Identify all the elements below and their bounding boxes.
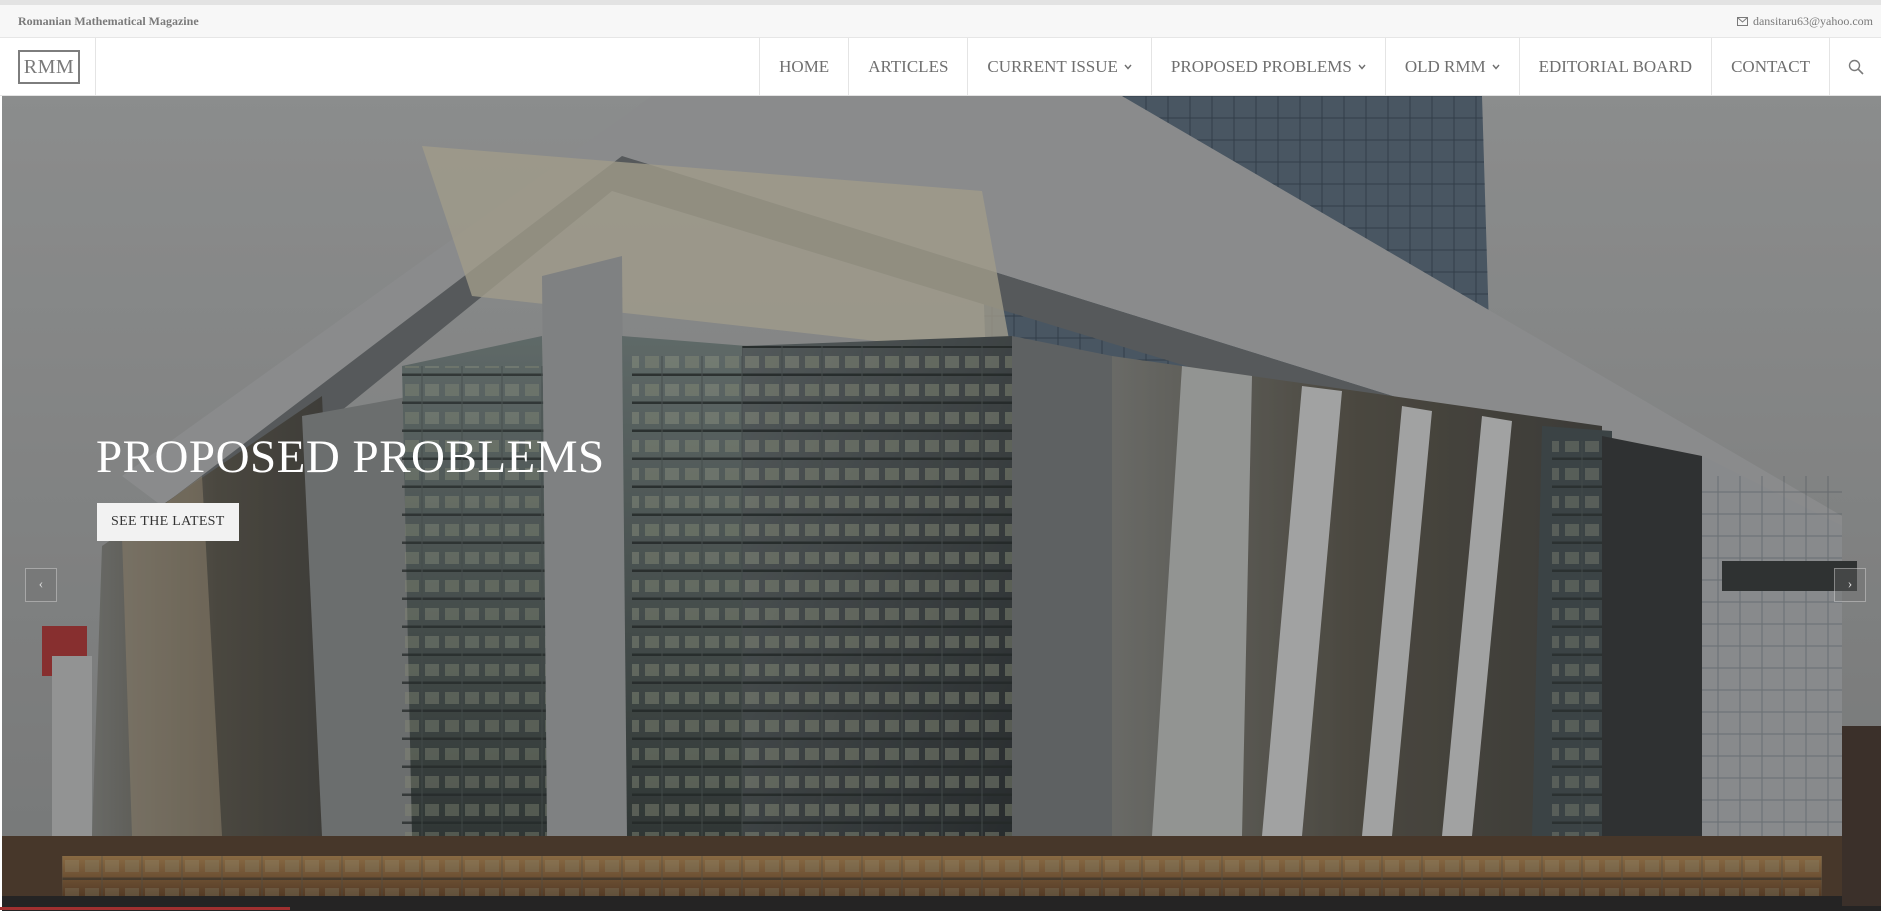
nav-label: CURRENT ISSUE [987,56,1118,76]
chevron-right-icon: › [1847,577,1853,592]
hero-title: PROPOSED PROBLEMS [96,431,605,483]
site-logo[interactable]: RMM [18,50,80,84]
nav-item-home[interactable]: HOME [759,38,848,95]
search-icon [1848,59,1864,75]
nav-label: HOME [779,56,830,76]
search-button[interactable] [1829,38,1881,95]
chevron-down-icon [1124,64,1132,70]
email-address[interactable]: dansitaru63@yahoo.com [1753,14,1873,29]
hero-slider: ‹ › [2,96,1881,911]
logo-cell: RMM [0,38,96,95]
nav-item-articles[interactable]: ARTICLES [848,38,967,95]
chevron-left-icon: ‹ [38,577,44,592]
slider-prev-button[interactable]: ‹ [25,568,57,602]
nav-label: PROPOSED PROBLEMS [1170,56,1352,76]
nav-item-current-issue[interactable]: CURRENT ISSUE [967,38,1151,95]
chevron-down-icon [1492,64,1500,70]
main-header: RMM HOME ARTICLES CURRENT ISSUE PROPOSED… [0,38,1881,96]
see-the-latest-button[interactable]: SEE THE LATEST [97,503,239,541]
page: Romanian Mathematical Magazine dansitaru… [0,0,1881,911]
nav-item-proposed-problems[interactable]: PROPOSED PROBLEMS [1150,38,1385,95]
hero-overlay [2,96,1881,911]
nav-label: OLD RMM [1404,56,1486,76]
site-name[interactable]: Romanian Mathematical Magazine [18,14,199,29]
chevron-down-icon [1358,64,1366,70]
nav-item-contact[interactable]: CONTACT [1711,38,1829,95]
nav-label: ARTICLES [868,56,949,76]
envelope-icon [1736,17,1748,26]
hero-progress-line [0,907,290,910]
nav-item-editorial-board[interactable]: EDITORIAL BOARD [1518,38,1711,95]
main-nav: HOME ARTICLES CURRENT ISSUE PROPOSED PRO… [759,38,1881,95]
nav-label: EDITORIAL BOARD [1538,56,1693,76]
nav-item-old-rmm[interactable]: OLD RMM [1384,38,1519,95]
topbar-email[interactable]: dansitaru63@yahoo.com [1736,14,1873,29]
nav-label: CONTACT [1731,56,1810,76]
slider-next-button[interactable]: › [1834,568,1866,602]
top-bar: Romanian Mathematical Magazine dansitaru… [0,5,1881,38]
